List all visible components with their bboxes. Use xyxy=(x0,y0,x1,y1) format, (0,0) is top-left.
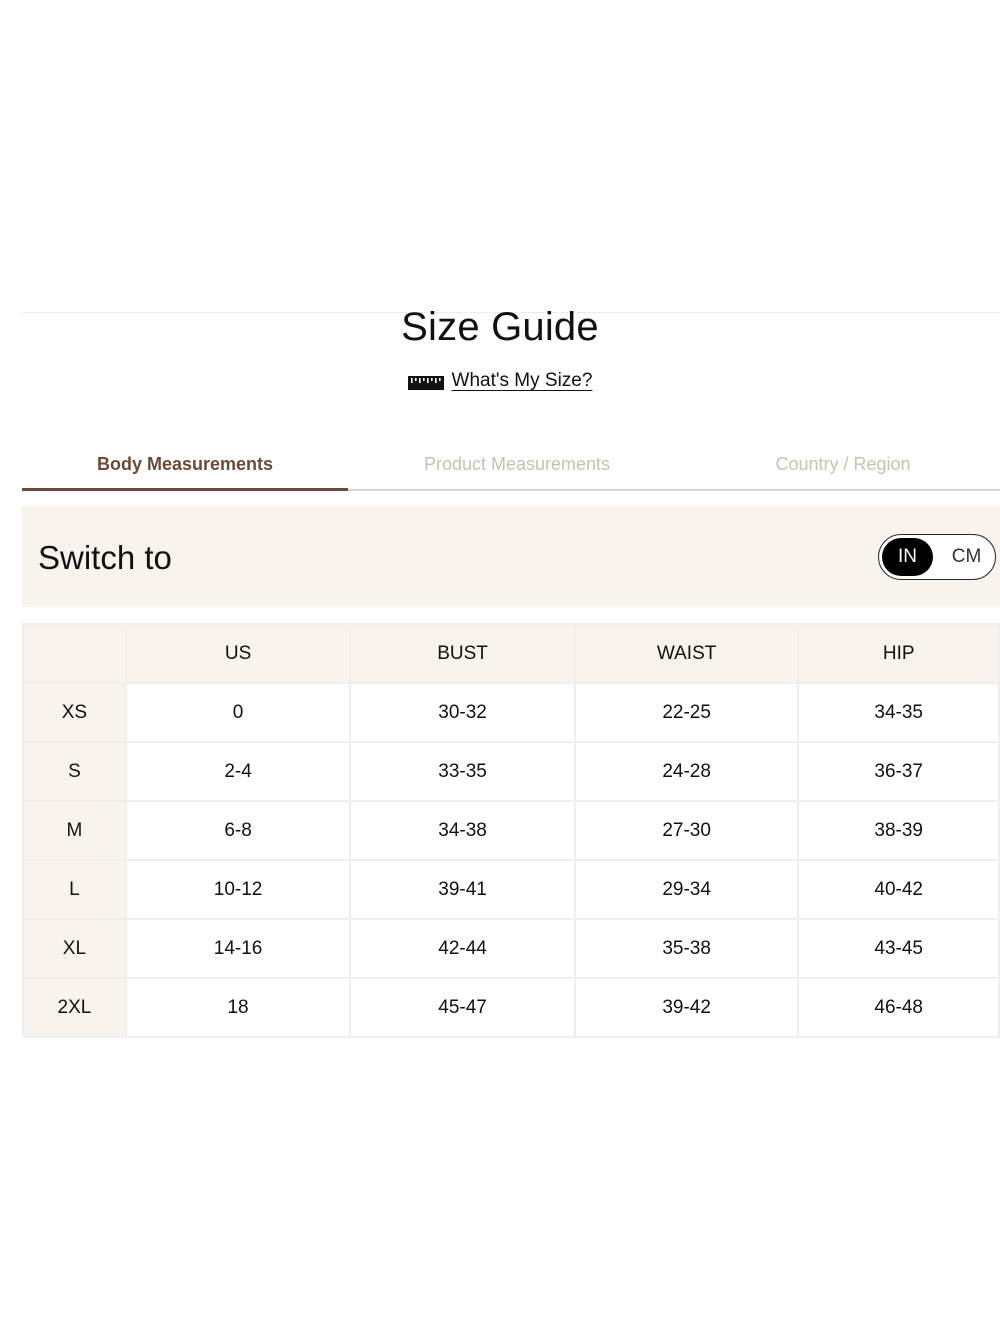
tab-country-region[interactable]: Country / Region xyxy=(686,440,1000,489)
unit-cm-option[interactable]: CM xyxy=(941,538,992,576)
size-table: US BUST WAIST HIP XS 0 30-32 22-25 34-35… xyxy=(22,623,1000,1038)
hip-cell: 38-39 xyxy=(797,800,1000,861)
waist-cell: 35-38 xyxy=(573,918,800,979)
table-row: M 6-8 34-38 27-30 38-39 xyxy=(22,800,1000,861)
us-cell: 2-4 xyxy=(124,741,352,802)
table-row: L 10-12 39-41 29-34 40-42 xyxy=(22,859,1000,920)
size-cell: L xyxy=(22,859,127,920)
size-cell: M xyxy=(22,800,127,861)
bust-cell: 33-35 xyxy=(349,741,576,802)
size-cell: S xyxy=(22,741,127,802)
hip-cell: 36-37 xyxy=(797,741,1000,802)
table-row: XS 0 30-32 22-25 34-35 xyxy=(22,682,1000,743)
bust-cell: 39-41 xyxy=(349,859,576,920)
waist-cell: 22-25 xyxy=(573,682,800,743)
hip-cell: 34-35 xyxy=(797,682,1000,743)
switch-label: Switch to xyxy=(38,539,172,576)
header-size xyxy=(22,623,127,684)
unit-toggle[interactable]: IN CM xyxy=(878,534,996,580)
header-us: US xyxy=(124,623,352,684)
us-cell: 14-16 xyxy=(124,918,352,979)
size-guide-page: Size Guide What's My Size? Body Measurem… xyxy=(0,0,1000,1333)
page-title: Size Guide xyxy=(401,305,599,349)
header-waist: WAIST xyxy=(573,623,800,684)
waist-cell: 27-30 xyxy=(573,800,800,861)
us-cell: 18 xyxy=(124,977,352,1038)
size-cell: XL xyxy=(22,918,127,979)
measurement-tabs: Body Measurements Product Measurements C… xyxy=(22,440,1000,491)
waist-cell: 24-28 xyxy=(573,741,800,802)
table-row: S 2-4 33-35 24-28 36-37 xyxy=(22,741,1000,802)
tab-body-measurements[interactable]: Body Measurements xyxy=(22,440,348,491)
tab-product-measurements[interactable]: Product Measurements xyxy=(348,440,686,489)
ruler-icon xyxy=(407,374,444,390)
waist-cell: 29-34 xyxy=(573,859,800,920)
header-bust: BUST xyxy=(349,623,576,684)
bust-cell: 30-32 xyxy=(349,682,576,743)
us-cell: 10-12 xyxy=(124,859,352,920)
us-cell: 0 xyxy=(124,682,352,743)
bust-cell: 42-44 xyxy=(349,918,576,979)
whats-my-size-link[interactable]: What's My Size? xyxy=(0,370,1000,392)
hip-cell: 40-42 xyxy=(797,859,1000,920)
waist-cell: 39-42 xyxy=(573,977,800,1038)
unit-in-option[interactable]: IN xyxy=(882,538,933,576)
us-cell: 6-8 xyxy=(124,800,352,861)
table-row: 2XL 18 45-47 39-42 46-48 xyxy=(22,977,1000,1038)
header-hip: HIP xyxy=(797,623,1000,684)
bust-cell: 45-47 xyxy=(349,977,576,1038)
bust-cell: 34-38 xyxy=(349,800,576,861)
size-cell: 2XL xyxy=(22,977,127,1038)
whats-my-size-label[interactable]: What's My Size? xyxy=(452,370,593,392)
table-header-row: US BUST WAIST HIP xyxy=(22,623,1000,684)
table-row: XL 14-16 42-44 35-38 43-45 xyxy=(22,918,1000,979)
size-cell: XS xyxy=(22,682,127,743)
hip-cell: 46-48 xyxy=(797,977,1000,1038)
unit-switch-bar: Switch to IN CM xyxy=(22,506,1000,607)
hip-cell: 43-45 xyxy=(797,918,1000,979)
